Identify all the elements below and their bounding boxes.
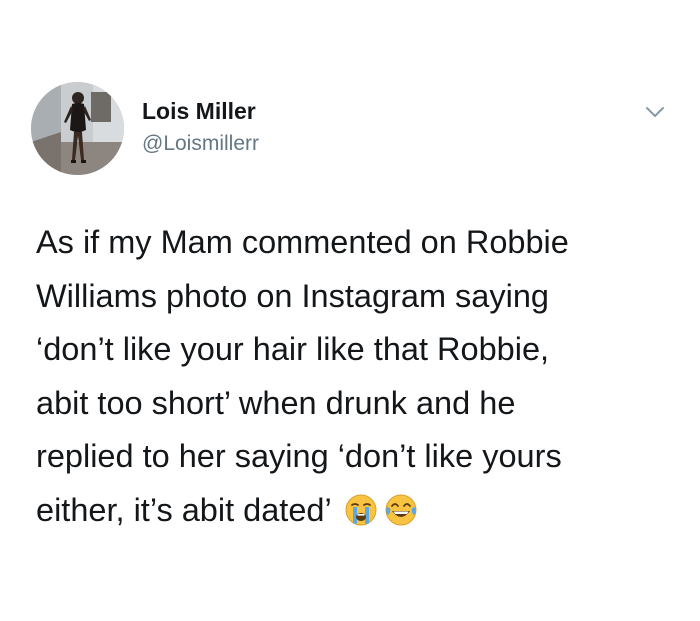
chevron-down-icon[interactable] bbox=[643, 104, 667, 120]
tweet-card: Lois Miller @Loismillerr As if my Mam co… bbox=[0, 0, 700, 621]
tweet-line: replied to her saying ‘don’t like yours bbox=[36, 438, 562, 474]
face-with-tears-of-joy-icon bbox=[384, 493, 418, 527]
tweet-line: As if my Mam commented on Robbie bbox=[36, 224, 569, 260]
avatar[interactable] bbox=[31, 82, 124, 175]
tweet-line: abit too short’ when drunk and he bbox=[36, 384, 516, 421]
user-handle[interactable]: @Loismillerr bbox=[142, 131, 259, 157]
loudly-crying-face-icon bbox=[344, 493, 378, 527]
tweet-text: As if my Mam commented on Robbie William… bbox=[36, 216, 676, 537]
tweet-line: Williams photo on Instagram saying bbox=[36, 277, 550, 314]
tweet-line: either, it’s abit dated’ bbox=[36, 491, 332, 528]
tweet-last-line: either, it’s abit dated’ bbox=[36, 484, 676, 538]
user-display-name[interactable]: Lois Miller bbox=[142, 98, 256, 124]
tweet-line: ‘don’t like your hair like that Robbie, bbox=[36, 331, 550, 367]
